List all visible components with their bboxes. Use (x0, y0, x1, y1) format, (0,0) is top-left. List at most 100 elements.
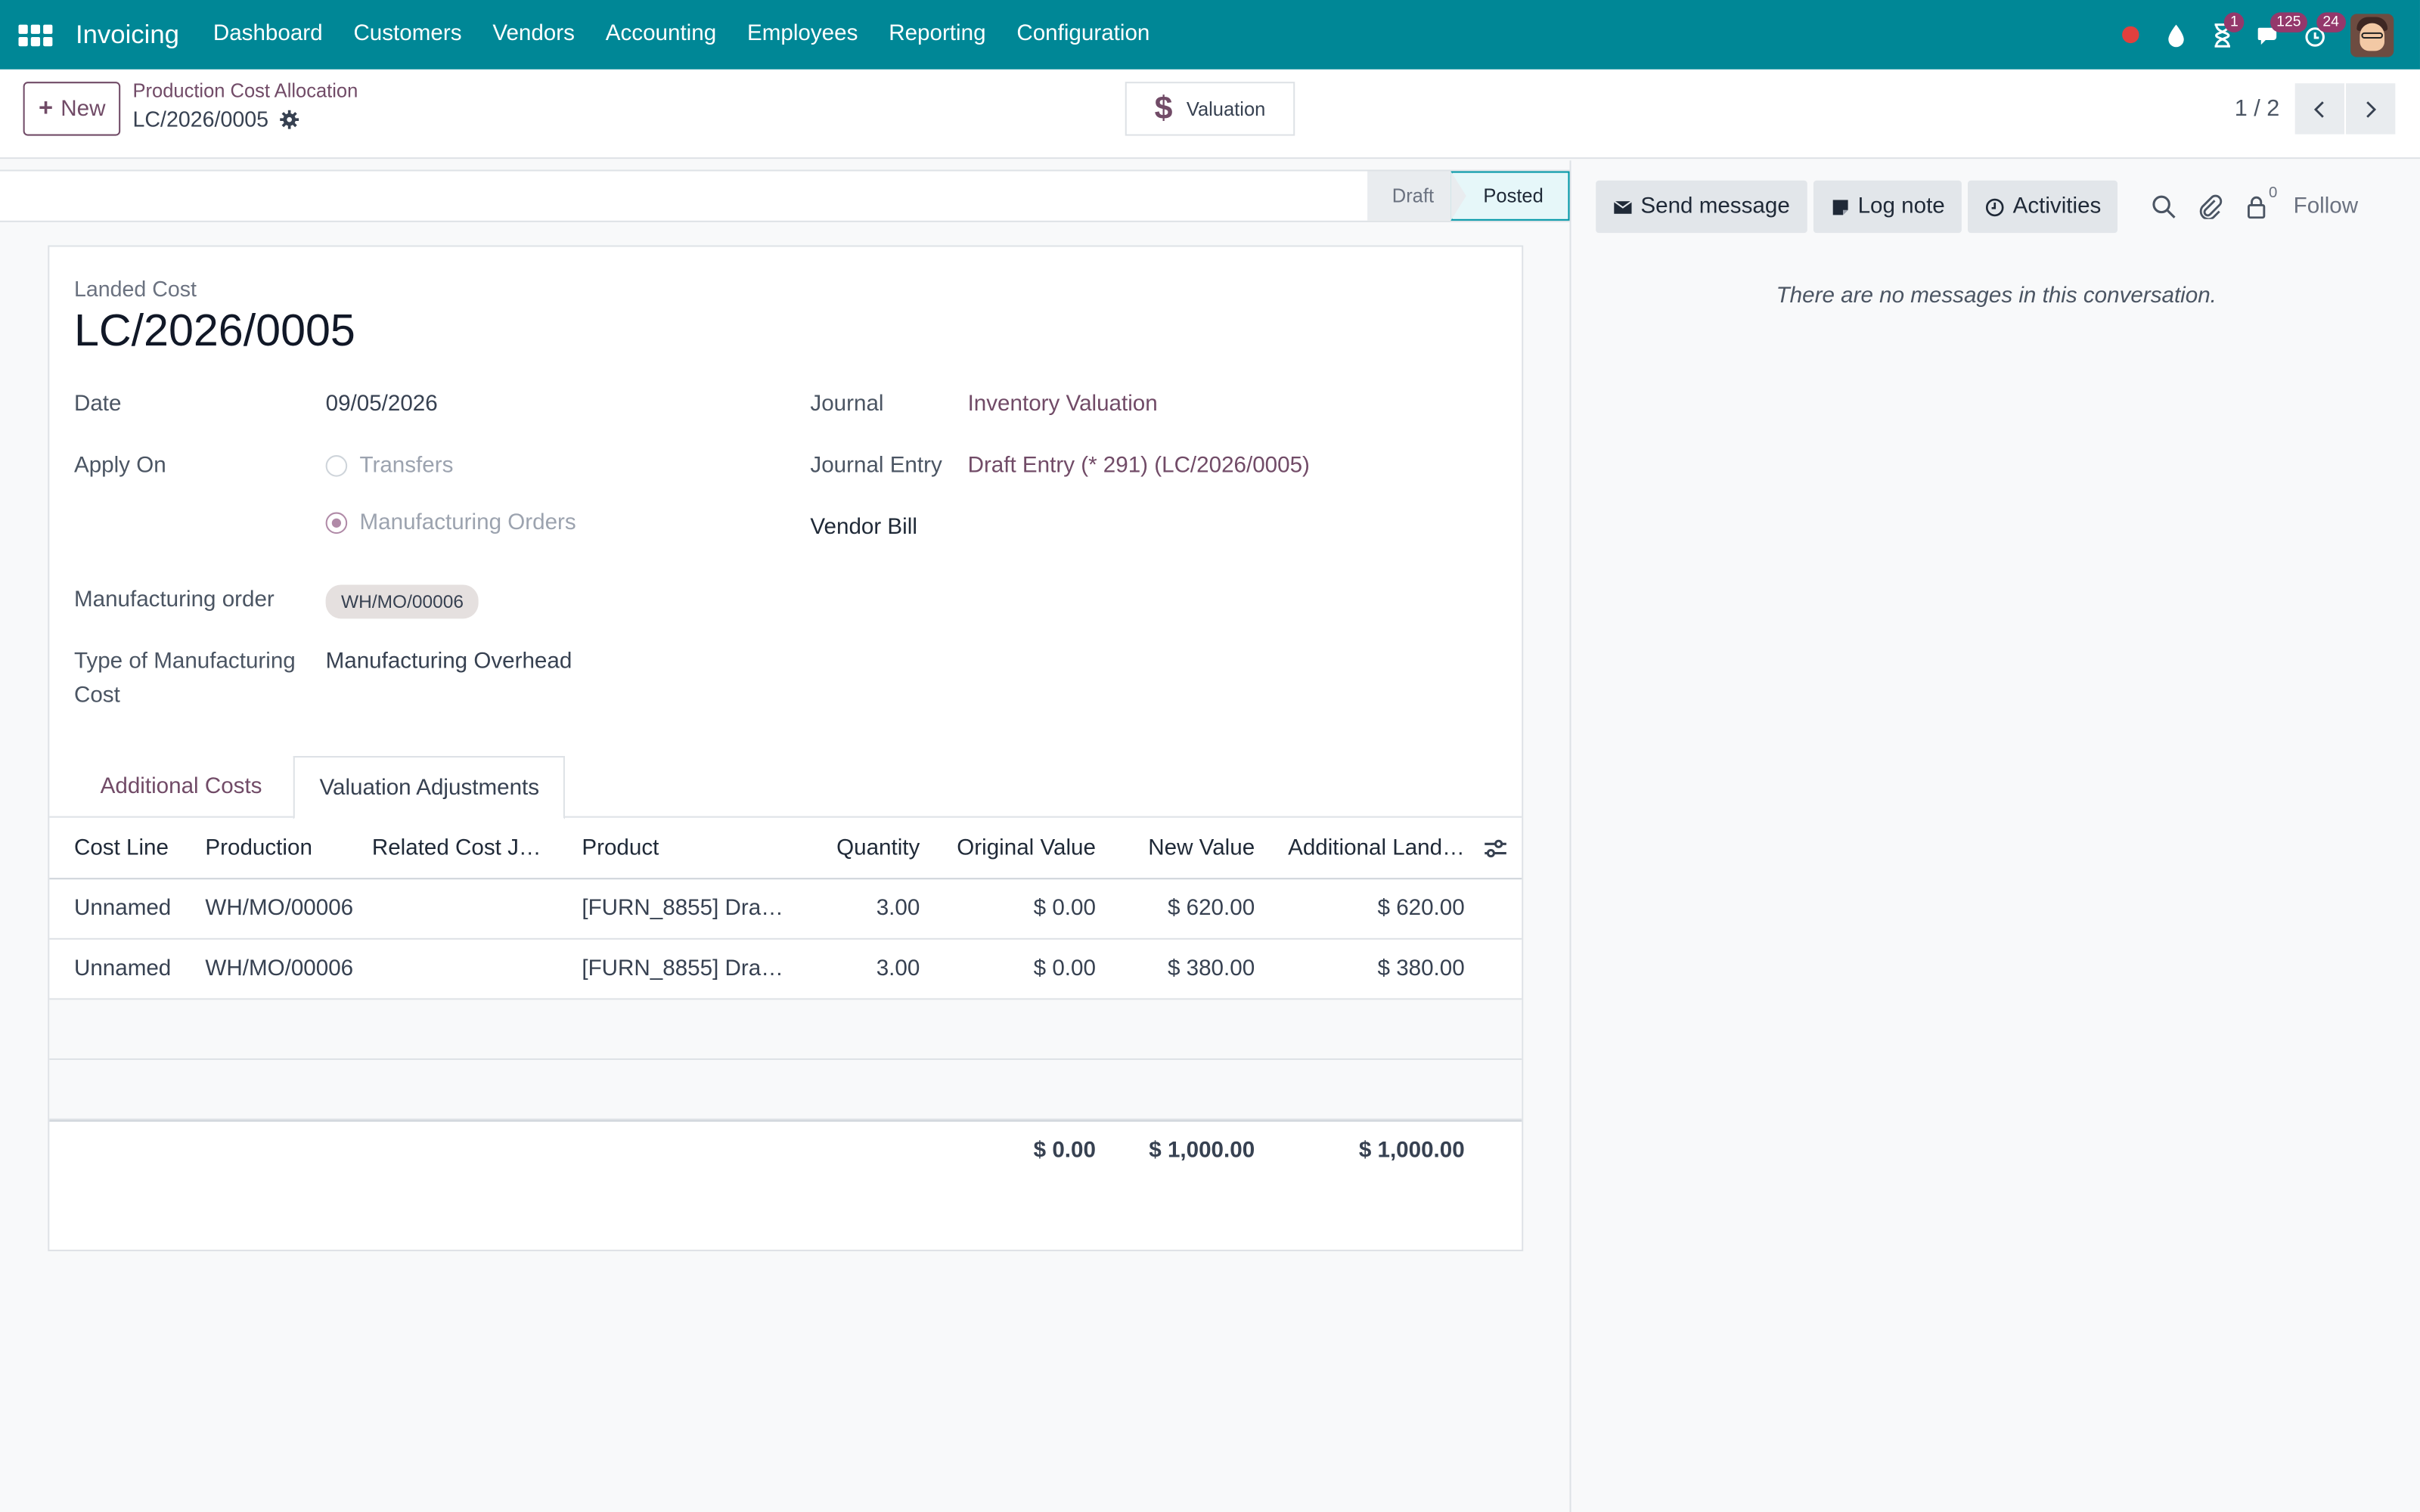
date-field[interactable]: 09/05/2026 (326, 392, 438, 417)
cell-production: WH/MO/00006 (205, 896, 354, 922)
col-header-production[interactable]: Production (205, 818, 359, 878)
status-draft-label: Draft (1392, 184, 1435, 207)
messages-icon[interactable]: 125 (2245, 0, 2307, 70)
chevron-left-icon (2313, 101, 2324, 117)
journal-link[interactable]: Inventory Valuation (968, 392, 1158, 417)
col-header-cost-line[interactable]: Cost Line (74, 818, 197, 878)
table-row[interactable]: Unnamed WH/MO/00006 [FURN_8855] Dra… 3.0… (49, 940, 1522, 1000)
breadcrumb: Production Cost Allocation LC/2026/0005 (133, 80, 358, 131)
pager-previous-button[interactable] (2294, 83, 2344, 135)
app-brand[interactable]: Invoicing (76, 20, 179, 51)
breadcrumb-parent-link[interactable]: Production Cost Allocation (133, 80, 358, 102)
radio-circle-selected (325, 512, 348, 534)
empty-row (49, 999, 1522, 1061)
valuation-adjustments-table: Cost Line Production Related Cost J… Pro… (49, 818, 1522, 1179)
send-message-button[interactable]: Send message (1596, 180, 1807, 234)
type-of-cost-field[interactable]: Manufacturing Overhead (326, 649, 572, 674)
chevron-right-icon (2366, 101, 2377, 117)
cell-cost-line: Unnamed (73, 896, 172, 922)
col-header-related-cost-journal[interactable]: Related Cost J… (372, 818, 557, 878)
cell-product: [FURN_8855] Dra… (582, 896, 783, 922)
cell-new-value: $ 380.00 (1167, 956, 1255, 981)
menu-reporting[interactable]: Reporting (873, 0, 1001, 70)
totals-row: $ 0.00 $ 1,000.00 $ 1,000.00 (49, 1120, 1522, 1179)
table-row[interactable]: Unnamed WH/MO/00006 [FURN_8855] Dra… 3.0… (49, 879, 1522, 940)
follow-button[interactable]: Follow (2294, 194, 2359, 219)
record-type-label: Landed Cost (73, 276, 197, 301)
tab-additional-costs[interactable]: Additional Costs (76, 756, 287, 818)
empty-row (49, 1060, 1522, 1120)
drop-icon[interactable] (2153, 0, 2199, 70)
notebook-tabs: Additional Costs Valuation Adjustments (49, 755, 1522, 820)
recording-indicator-icon[interactable] (2107, 0, 2153, 70)
apply-on-label: Apply On (73, 453, 166, 479)
plus-icon: + (39, 94, 54, 122)
menu-employees[interactable]: Employees (732, 0, 873, 70)
new-button[interactable]: + New (23, 82, 121, 136)
menu-vendors[interactable]: Vendors (477, 0, 590, 70)
type-of-cost-label: Type of Manufacturing Cost (74, 645, 296, 713)
col-header-new-value[interactable]: New Value (1108, 818, 1255, 878)
dollar-icon: $ (1154, 90, 1173, 126)
column-settings-icon[interactable] (1478, 818, 1512, 878)
menu-accounting[interactable]: Accounting (590, 0, 731, 70)
status-bar: Draft Posted (0, 169, 1570, 222)
col-header-original-value[interactable]: Original Value (932, 818, 1096, 878)
radio-transfers[interactable]: Transfers (325, 453, 454, 479)
valuation-label: Valuation (1186, 98, 1266, 120)
cell-related-cost-journal (372, 940, 557, 999)
search-icon[interactable] (2152, 194, 2176, 219)
record-title: LC/2026/0005 (73, 307, 355, 357)
user-avatar[interactable] (2350, 13, 2394, 57)
col-header-product[interactable]: Product (582, 818, 782, 878)
apps-menu-icon[interactable] (0, 0, 70, 70)
type-of-cost-label-line2: Cost (73, 683, 120, 708)
send-message-label: Send message (1640, 194, 1790, 219)
journal-entry-link[interactable]: Draft Entry (* 291) (LC/2026/0005) (968, 454, 1310, 479)
col-header-quantity[interactable]: Quantity (805, 818, 920, 878)
vendor-bill-label: Vendor Bill (810, 515, 917, 541)
status-step-posted[interactable]: Posted (1450, 171, 1570, 221)
activities-button[interactable]: Activities (1968, 180, 2118, 234)
log-note-button[interactable]: Log note (1813, 180, 1962, 234)
tab-valuation-adjustments[interactable]: Valuation Adjustments (293, 755, 566, 820)
radio-manufacturing-orders[interactable]: Manufacturing Orders (325, 510, 576, 536)
radio-manufacturing-orders-label: Manufacturing Orders (359, 510, 576, 536)
activities-badge: 1 (2223, 12, 2245, 33)
cell-additional-landed-cost: $ 380.00 (1377, 956, 1465, 981)
col-header-additional-landed-cost[interactable]: Additional Land… (1284, 818, 1465, 878)
breadcrumb-current: LC/2026/0005 (132, 106, 269, 132)
cell-production: WH/MO/00006 (205, 956, 354, 981)
date-label: Date (73, 392, 122, 417)
radio-circle (325, 455, 348, 477)
total-additional-landed-cost: $ 1,000.00 (1358, 1138, 1465, 1163)
gear-icon[interactable] (279, 109, 299, 129)
manufacturing-order-tag[interactable]: WH/MO/00006 (325, 584, 479, 619)
paperclip-icon[interactable] (2198, 194, 2223, 219)
pager: 1 / 2 (2235, 83, 2396, 135)
menu-configuration[interactable]: Configuration (1001, 0, 1165, 70)
type-of-cost-label-line1: Type of Manufacturing (73, 649, 296, 674)
activities-hourglass-icon[interactable]: 1 (2199, 0, 2245, 70)
cell-additional-landed-cost: $ 620.00 (1377, 896, 1465, 922)
clock-icon (1986, 197, 2004, 216)
top-navbar: Invoicing Dashboard Customers Vendors Ac… (0, 0, 2420, 70)
cell-original-value: $ 0.00 (1033, 896, 1096, 922)
new-button-label: New (60, 96, 106, 122)
cell-cost-line: Unnamed (73, 956, 172, 981)
note-icon (1832, 199, 1848, 215)
status-step-draft[interactable]: Draft (1367, 171, 1466, 221)
pager-next-button[interactable] (2346, 83, 2396, 135)
chatter-panel: Send message Log note Activities 0 Follo… (1572, 160, 2420, 1512)
total-new-value: $ 1,000.00 (1149, 1138, 1255, 1163)
table-header-row: Cost Line Production Related Cost J… Pro… (49, 818, 1522, 880)
followers-button[interactable]: 0 (2244, 185, 2290, 219)
menu-customers[interactable]: Customers (338, 0, 477, 70)
timer-icon[interactable]: 24 (2292, 0, 2346, 70)
valuation-smart-button[interactable]: $ Valuation (1125, 82, 1295, 136)
manufacturing-order-label: Manufacturing order (73, 587, 275, 613)
pager-value[interactable]: 1 / 2 (2235, 96, 2280, 122)
radio-transfers-label: Transfers (359, 453, 454, 479)
menu-dashboard[interactable]: Dashboard (197, 0, 338, 70)
cell-quantity: 3.00 (876, 956, 920, 981)
